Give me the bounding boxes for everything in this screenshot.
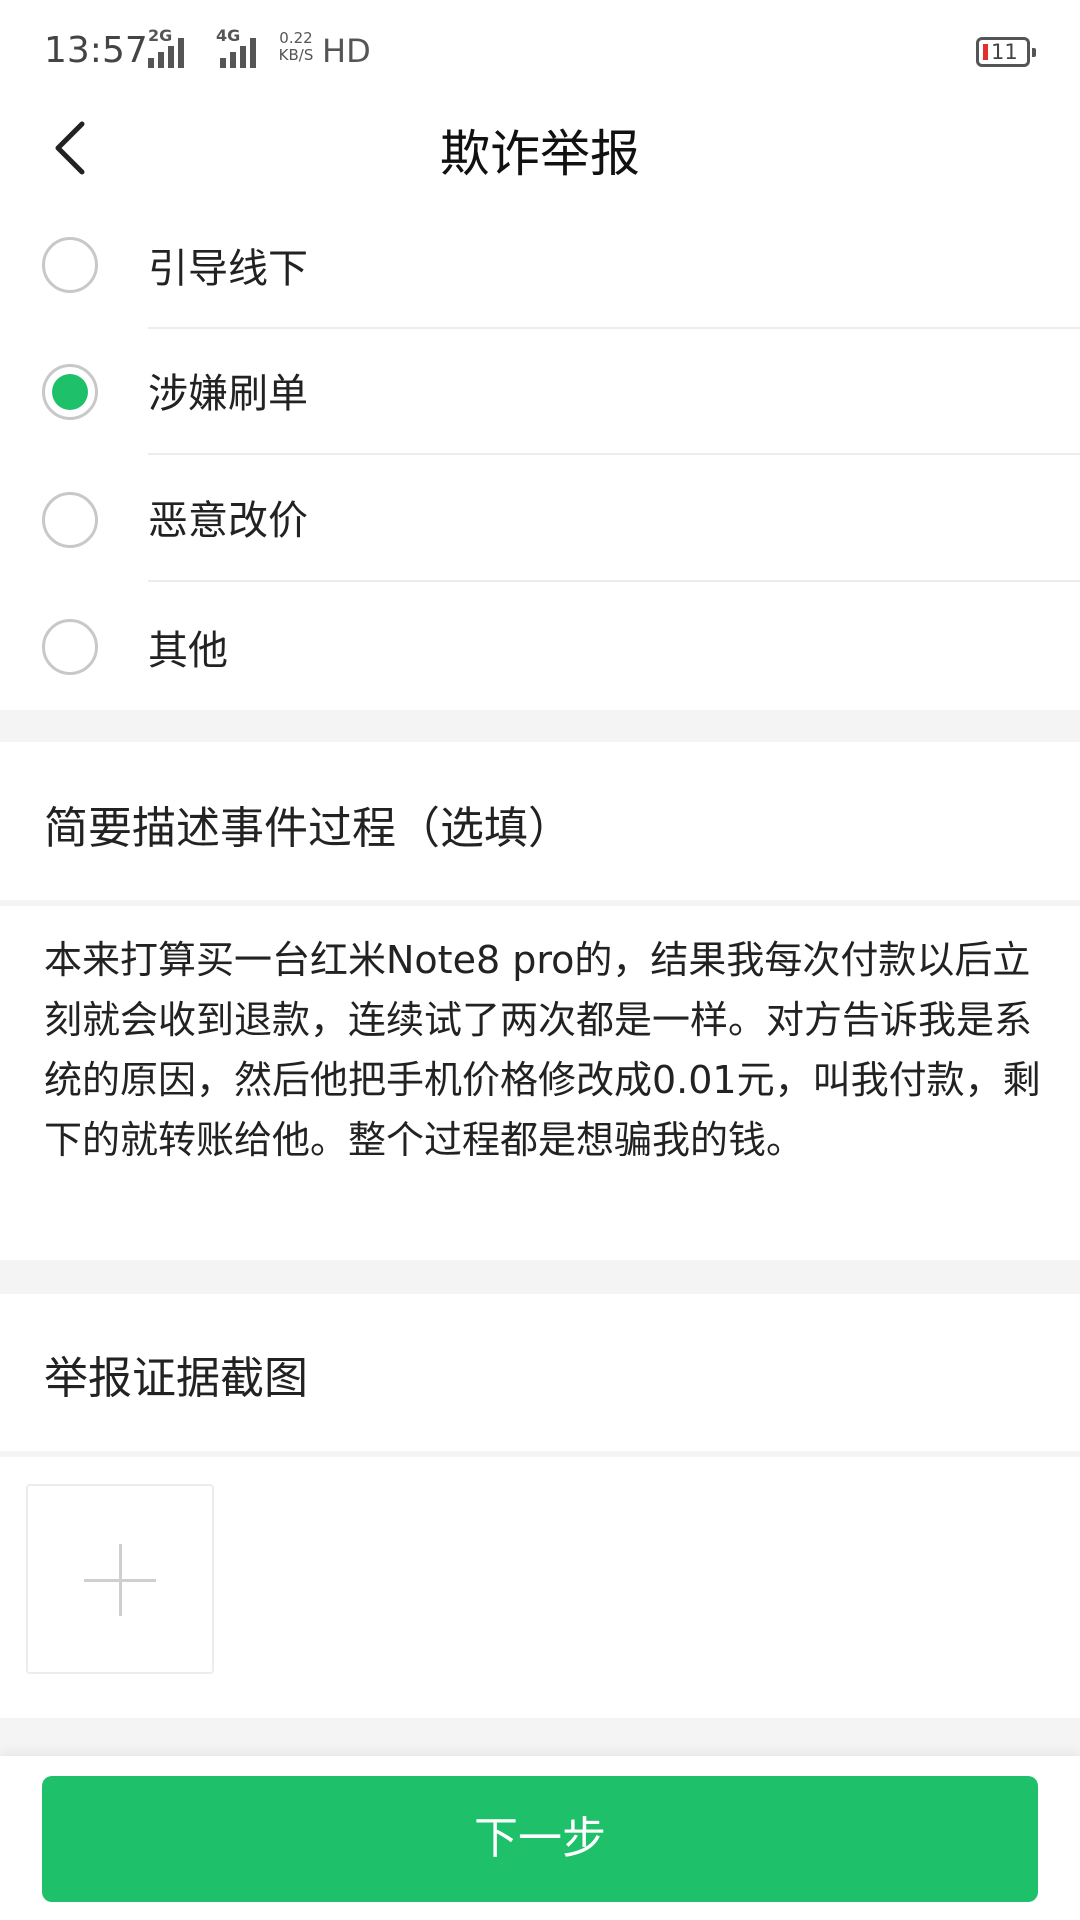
section-gap xyxy=(0,1260,1080,1294)
signal-icon: 4G xyxy=(208,26,264,70)
option-other[interactable]: 其他 xyxy=(0,582,1080,709)
radio-button-selected[interactable] xyxy=(42,364,98,420)
signal-type-label: 2G xyxy=(148,26,173,45)
hd-indicator: HD xyxy=(322,32,371,70)
section-divider xyxy=(0,900,1080,906)
status-bar: 13:57 2G 4G 0.22 KB/S HD 11 xyxy=(0,0,1080,104)
signal-type-label: 4G xyxy=(216,26,241,45)
section-gap xyxy=(0,710,1080,742)
radio-button[interactable] xyxy=(42,492,98,548)
battery-icon: 11 xyxy=(976,37,1036,67)
network-speed-unit: KB/S xyxy=(278,46,314,64)
add-screenshot-button[interactable] xyxy=(26,1484,214,1674)
network-speed: 0.22 KB/S xyxy=(272,30,320,64)
option-label: 涉嫌刷单 xyxy=(148,371,308,417)
option-label: 恶意改价 xyxy=(148,498,308,544)
radio-button[interactable] xyxy=(42,619,98,675)
battery-level: 11 xyxy=(991,40,1018,64)
network-speed-value: 0.22 xyxy=(279,29,313,47)
next-button[interactable]: 下一步 xyxy=(42,1776,1038,1902)
description-input[interactable]: 本来打算买一台红米Note8 pro的，结果我每次付款以后立刻就会收到退款，连续… xyxy=(44,930,1044,1170)
bottom-bar: 下一步 xyxy=(0,1756,1080,1920)
option-label: 其他 xyxy=(148,628,228,674)
status-time: 13:57 xyxy=(44,30,148,71)
title-bar: 欺诈举报 xyxy=(0,104,1080,192)
option-guide-offline[interactable]: 引导线下 xyxy=(0,200,1080,327)
section-gap xyxy=(0,1718,1080,1756)
section-divider xyxy=(0,1451,1080,1457)
option-label: 引导线下 xyxy=(148,246,308,292)
signal-icon: 2G xyxy=(148,26,194,70)
report-options-list: 引导线下 涉嫌刷单 恶意改价 其他 xyxy=(0,200,1080,710)
evidence-section-title: 举报证据截图 xyxy=(44,1353,308,1404)
option-malicious-price-change[interactable]: 恶意改价 xyxy=(0,455,1080,582)
radio-button[interactable] xyxy=(42,237,98,293)
option-fake-orders[interactable]: 涉嫌刷单 xyxy=(0,328,1080,455)
page-title: 欺诈举报 xyxy=(440,125,640,183)
radio-selected-dot xyxy=(52,374,88,410)
description-section-title: 简要描述事件过程（选填） xyxy=(44,803,572,854)
